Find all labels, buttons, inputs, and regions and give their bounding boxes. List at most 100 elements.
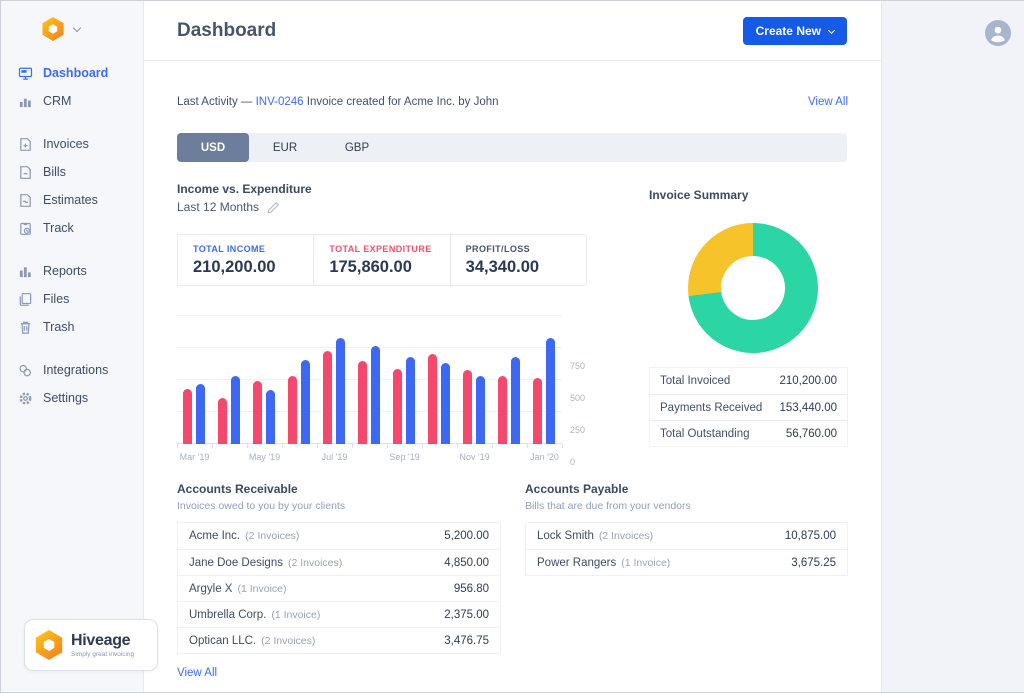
amount-value: 3,476.75 [444,635,489,647]
bar-group-dec-19 [492,313,527,444]
trash-icon [18,320,33,335]
bar-group-jan-20 [527,313,562,444]
bar-group-mar-19 [177,313,212,444]
chevron-down-icon [828,26,835,33]
sidebar-item-label: Settings [43,391,88,405]
amount-value: 5,200.00 [444,530,489,542]
stat-label: PROFIT/LOSS [466,244,586,254]
client-name: Jane Doe Designs [189,557,283,569]
stat-total-income: TOTAL INCOME 210,200.00 [178,235,313,285]
edit-period-icon[interactable] [267,201,280,214]
bar-income [336,338,345,444]
y-axis-label: 250 [570,425,600,435]
tab-gbp[interactable]: GBP [321,133,393,162]
integrations-icon [18,363,33,378]
stat-profit-loss: PROFIT/LOSS 34,340.00 [450,235,586,285]
accounts-receivable-title: Accounts Receivable [177,482,501,496]
stat-value: 210,200.00 [193,258,313,277]
account-row[interactable]: Argyle X(1 Invoice)956.80 [178,575,500,601]
income-stats-box: TOTAL INCOME 210,200.00 TOTAL EXPENDITURE 1… [177,234,587,286]
accounts-receivable-subtitle: Invoices owed to you by your clients [177,500,501,512]
workspace-switcher[interactable] [41,17,80,41]
amount-value: 2,375.00 [444,609,489,621]
stat-value: 34,340.00 [466,258,586,277]
bar-group-jul-19 [317,313,352,444]
sidebar-item-files[interactable]: Files [1,285,143,313]
amount-value: 4,850.00 [444,557,489,569]
crm-icon [18,94,33,109]
stat-label: TOTAL EXPENDITURE [329,244,449,254]
user-avatar[interactable] [985,20,1011,46]
axis-tick [177,444,178,448]
tab-eur[interactable]: EUR [249,133,321,162]
account-row[interactable]: Lock Smith(2 Invoices)10,875.00 [526,523,847,549]
dashboard-icon [18,66,33,81]
sidebar-item-crm[interactable]: CRM [1,87,143,115]
sidebar-item-trash[interactable]: Trash [1,313,143,341]
axis-tick [317,444,318,448]
sidebar-item-label: Invoices [43,137,89,151]
summary-row: Payments Received153,440.00 [650,394,847,420]
bar-expenditure [253,381,262,444]
sidebar-item-label: Trash [43,320,75,334]
account-row[interactable]: Acme Inc.(2 Invoices)5,200.00 [178,523,500,549]
activity-view-all-link[interactable]: View All [808,96,848,108]
invoice-count: (1 Invoice) [621,557,670,569]
summary-label: Payments Received [660,402,762,414]
sidebar-item-label: Dashboard [43,66,108,80]
tab-usd[interactable]: USD [177,133,249,162]
account-row[interactable]: Umbrella Corp.(1 Invoice)2,375.00 [178,601,500,627]
create-new-button[interactable]: Create New [743,17,847,45]
summary-label: Total Outstanding [660,428,750,440]
currency-tabs: USDEURGBP [177,133,847,162]
sidebar-item-dashboard[interactable]: Dashboard [1,59,143,87]
x-axis-label: May '19 [243,452,287,462]
sidebar-item-reports[interactable]: Reports [1,257,143,285]
sidebar-item-invoices[interactable]: Invoices [1,130,143,158]
axis-tick [457,444,458,448]
bar-expenditure [218,398,227,444]
invoice-count: (2 Invoices) [261,635,315,647]
bar-group-sep-19 [387,313,422,444]
activity-invoice-link[interactable]: INV-0246 [256,96,304,108]
account-row[interactable]: Jane Doe Designs(2 Invoices)4,850.00 [178,549,500,575]
bar-income [371,346,380,444]
x-axis-label: Mar '19 [173,452,217,462]
axis-tick [492,444,493,448]
sidebar-group: Dashboard CRM [1,59,143,115]
receivable-view-all-link[interactable]: View All [177,667,217,679]
sidebar-item-integrations[interactable]: Integrations [1,356,143,384]
bar-group-apr-19 [212,313,247,444]
accounts-payable-title: Accounts Payable [525,482,848,496]
y-axis-label: 0 [570,457,600,467]
page-title: Dashboard [177,20,276,42]
bar-income [406,357,415,444]
bar-group-jun-19 [282,313,317,444]
reports-icon [18,264,33,279]
hiveage-logo-icon [34,630,64,660]
stat-value: 175,860.00 [329,258,449,277]
sidebar-item-estimates[interactable]: Estimates [1,186,143,214]
client-name: Power Rangers [537,557,616,569]
sidebar-item-track[interactable]: Track [1,214,143,242]
summary-row: Total Outstanding56,760.00 [650,420,847,446]
period-label: Last 12 Months [177,200,259,214]
bar-income [196,384,205,444]
activity-prefix: Last Activity — [177,96,256,108]
sidebar-group: Invoices BillsEstimatesTrack [1,130,143,242]
sidebar-nav: Dashboard CRM Invoices BillsEstimatesTrack R… [1,59,143,427]
stat-label: TOTAL INCOME [193,244,313,254]
amount-value: 956.80 [454,583,489,595]
axis-tick [527,444,528,448]
bar-group-may-19 [247,313,282,444]
topbar: Dashboard Create New [144,1,881,61]
accounts-payable-subtitle: Bills that are due from your vendors [525,500,848,512]
bar-income [441,363,450,444]
x-axis-label: Jul '19 [313,452,357,462]
bar-expenditure [498,376,507,444]
account-row[interactable]: Optican LLC.(2 Invoices)3,476.75 [178,627,500,653]
sidebar-item-settings[interactable]: Settings [1,384,143,412]
account-row[interactable]: Power Rangers(1 Invoice)3,675.25 [526,549,847,575]
bar-expenditure [183,389,192,444]
sidebar-item-bills[interactable]: Bills [1,158,143,186]
